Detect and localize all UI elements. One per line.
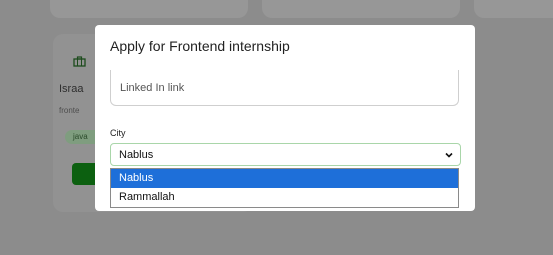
modal-title: Apply for Frontend internship xyxy=(110,38,290,54)
background-card xyxy=(262,0,460,18)
linkedin-placeholder: Linked In link xyxy=(120,82,185,94)
card-title: Israa xyxy=(59,83,84,95)
background-card xyxy=(50,0,248,18)
briefcase-icon xyxy=(73,56,86,67)
chevron-down-icon xyxy=(445,152,453,158)
city-select-value: Nablus xyxy=(119,149,154,161)
city-option-rammallah[interactable]: Rammallah xyxy=(111,188,458,207)
linkedin-input[interactable]: Linked In link xyxy=(110,70,459,106)
background-card xyxy=(474,0,553,18)
city-options-list: Nablus Rammallah xyxy=(110,168,459,208)
city-select[interactable]: Nablus xyxy=(110,143,461,166)
city-label: City xyxy=(110,128,126,138)
city-option-nablus[interactable]: Nablus xyxy=(111,169,458,188)
card-subtitle: fronte xyxy=(59,106,80,115)
